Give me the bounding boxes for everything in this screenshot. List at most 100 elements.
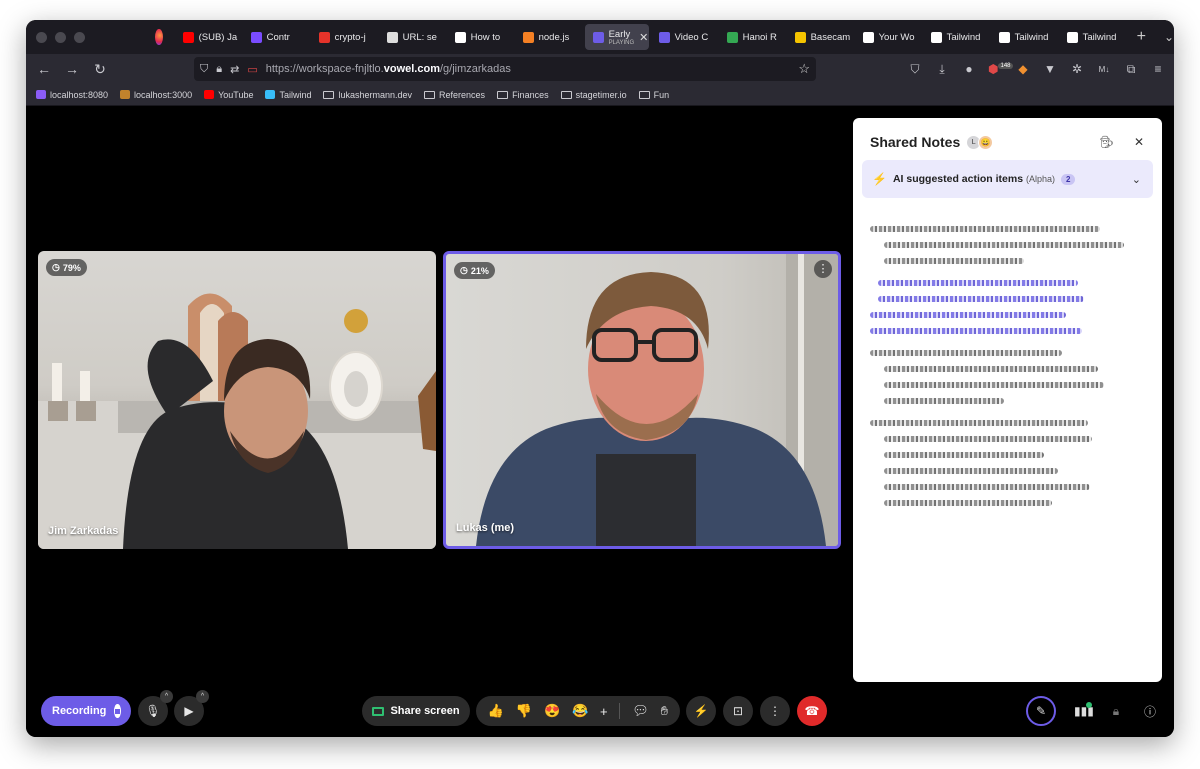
ai-action-items-bar[interactable]: ⚡ AI suggested action items (Alpha) 2 ⌄: [862, 160, 1153, 198]
info-icon[interactable]: ⓘ: [1142, 703, 1158, 720]
settings-bug-icon[interactable]: ✲: [1069, 62, 1085, 76]
blurred-note-line: [884, 242, 1124, 248]
camera-sharing-icon[interactable]: ▭: [247, 63, 257, 76]
folder-icon: [638, 90, 650, 99]
blurred-link-line[interactable]: [870, 312, 1066, 318]
close-window-button[interactable]: [36, 31, 47, 43]
bookmark-item[interactable]: YouTube: [204, 90, 253, 100]
bookmarks-bar: localhost:8080 localhost:3000 YouTube Tailw…: [26, 84, 1174, 106]
transcription-button[interactable]: ▮▮▮: [1074, 702, 1094, 718]
add-reaction-icon[interactable]: +: [600, 704, 608, 719]
back-arrow-icon[interactable]: ←: [30, 61, 58, 77]
tab-label: Early: [608, 28, 631, 40]
bookmark-item[interactable]: lukashermann.dev: [323, 90, 412, 100]
participant-name: Jim Zarkadas: [48, 525, 119, 537]
notes-toggle-button[interactable]: ✎: [1026, 696, 1056, 726]
account-icon[interactable]: ●: [961, 62, 977, 76]
browser-tab[interactable]: Video C: [651, 20, 719, 54]
tab-favicon-icon: [794, 31, 806, 43]
reload-icon[interactable]: ↻: [86, 61, 114, 78]
leave-call-button[interactable]: ☎︎: [797, 696, 827, 726]
notes-title: Shared Notes: [870, 134, 961, 150]
url-bar[interactable]: ⛉ 🔒︎ ⇄ ▭ https://workspace-fnjltlo.vowel…: [194, 57, 816, 81]
chat-icon[interactable]: 💬︎: [632, 703, 649, 719]
vue-devtools-icon[interactable]: ▼: [1042, 62, 1058, 76]
minimize-window-button[interactable]: [55, 31, 66, 43]
lock-icon[interactable]: 🔒︎: [216, 63, 222, 76]
mic-options-caret[interactable]: ^: [160, 690, 173, 703]
camera-options-caret[interactable]: ^: [196, 690, 209, 703]
raise-hand-icon[interactable]: ✋︎: [661, 703, 668, 719]
browser-tab[interactable]: Tailwind: [1059, 20, 1127, 54]
video-tile-jim[interactable]: ◷ 79% Jim Zarkadas: [38, 251, 436, 549]
firefox-icon[interactable]: [155, 29, 163, 45]
tab-favicon-icon: [318, 31, 330, 43]
incognito-icon[interactable]: 🕵︎: [1099, 135, 1114, 149]
close-tab-icon[interactable]: ✕: [639, 31, 648, 44]
menu-hamburger-icon[interactable]: ≡: [1150, 62, 1166, 76]
forward-arrow-icon[interactable]: →: [58, 61, 86, 77]
bookmark-item[interactable]: Fun: [638, 90, 669, 100]
permissions-icon[interactable]: ⇄: [230, 63, 239, 76]
share-screen-button[interactable]: Share screen: [362, 696, 470, 726]
tab-playing-label: PLAYING: [608, 39, 635, 46]
folder-icon: [424, 90, 436, 99]
laughing-reaction[interactable]: 😂: [572, 703, 588, 719]
lock-meeting-icon[interactable]: 🔒︎: [1108, 704, 1124, 719]
pocket-icon[interactable]: ⛉: [907, 62, 923, 77]
ublock-icon[interactable]: ⬢ 148: [988, 62, 1013, 76]
bookmark-star-icon[interactable]: ☆: [798, 61, 810, 77]
recording-button[interactable]: Recording: [41, 696, 131, 726]
browser-tab[interactable]: node.js: [515, 20, 583, 54]
browser-tab[interactable]: Hanoi R: [719, 20, 787, 54]
shield-icon[interactable]: ⛉: [200, 63, 208, 76]
extensions-puzzle-icon[interactable]: ⧉: [1123, 62, 1139, 77]
tab-label: Tailwind: [946, 31, 981, 43]
extension-fox-icon[interactable]: ◆: [1015, 62, 1031, 76]
bookmark-moment-button[interactable]: ⊡: [723, 696, 753, 726]
browser-tab[interactable]: (SUB) Ja: [175, 20, 243, 54]
blurred-link-line[interactable]: [878, 280, 1078, 286]
markdown-icon[interactable]: M↓: [1096, 65, 1112, 74]
heart-eyes-reaction[interactable]: 😍: [544, 703, 560, 719]
browser-tab[interactable]: Tailwind: [991, 20, 1059, 54]
stop-recording-icon: [114, 704, 121, 718]
browser-tab[interactable]: Your Wo: [855, 20, 923, 54]
notes-content[interactable]: [870, 226, 1145, 516]
close-icon[interactable]: ✕: [1134, 135, 1144, 149]
camera-button[interactable]: ▶︎ ^: [174, 690, 209, 726]
browser-tab[interactable]: URL: se: [379, 20, 447, 54]
download-icon[interactable]: ⤓: [934, 62, 950, 77]
blurred-link-line[interactable]: [878, 296, 1084, 302]
browser-tab[interactable]: crypto-j: [311, 20, 379, 54]
bookmark-item[interactable]: Tailwind: [265, 90, 311, 100]
blurred-link-line[interactable]: [870, 328, 1082, 334]
browser-tab[interactable]: Tailwind: [923, 20, 991, 54]
microphone-button[interactable]: 🎙︎ ^: [138, 690, 173, 726]
url-text[interactable]: https://workspace-fnjltlo.vowel.com/g/ji…: [266, 63, 511, 75]
bookmark-item[interactable]: localhost:8080: [36, 90, 108, 100]
bookmark-item[interactable]: localhost:3000: [120, 90, 192, 100]
bookmark-item[interactable]: stagetimer.io: [560, 90, 627, 100]
browser-tab[interactable]: Contr: [243, 20, 311, 54]
tab-label: How to: [470, 31, 501, 43]
video-feed: [38, 293, 436, 549]
bookmark-item[interactable]: References: [424, 90, 485, 100]
chevron-down-icon[interactable]: ⌄: [1132, 173, 1141, 186]
new-tab-icon[interactable]: +: [1137, 28, 1146, 46]
ai-button[interactable]: ⚡: [686, 696, 716, 726]
browser-tab[interactable]: Basecam: [787, 20, 855, 54]
blurred-note-line: [884, 382, 1104, 388]
window-controls: [36, 31, 85, 43]
more-options-button[interactable]: ⋮: [760, 696, 790, 726]
tile-menu-button[interactable]: ⋮: [814, 260, 832, 278]
video-tile-lukas[interactable]: ◷ 21% ⋮ Lukas (me): [443, 251, 841, 549]
browser-tab[interactable]: How to: [447, 20, 515, 54]
thumbs-down-reaction[interactable]: 👎: [516, 703, 532, 719]
chevron-down-icon[interactable]: ⌄: [1164, 30, 1174, 44]
recording-label: Recording: [52, 705, 107, 717]
maximize-window-button[interactable]: [74, 31, 85, 43]
thumbs-up-reaction[interactable]: 👍: [488, 703, 504, 719]
browser-tab[interactable]: Early PLAYING ✕: [584, 24, 649, 50]
bookmark-item[interactable]: Finances: [497, 90, 549, 100]
